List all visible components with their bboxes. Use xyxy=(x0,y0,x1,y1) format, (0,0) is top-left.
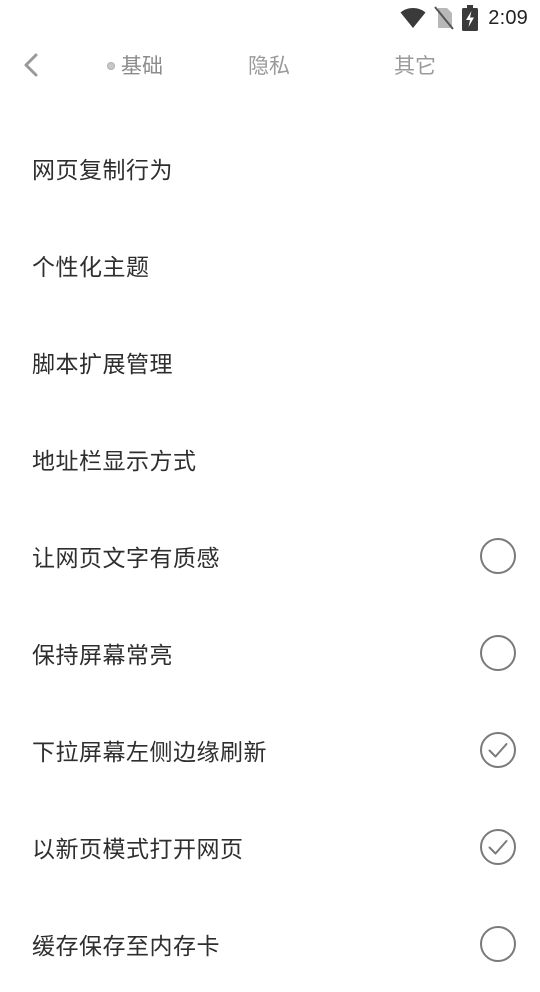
setting-label: 个性化主题 xyxy=(32,254,150,281)
unchecked-circle-icon[interactable] xyxy=(479,925,517,963)
tab-other[interactable]: 其它 xyxy=(394,51,436,81)
checked-circle-icon[interactable] xyxy=(479,731,517,769)
unchecked-circle-icon[interactable] xyxy=(479,537,517,575)
setting-label: 让网页文字有质感 xyxy=(32,545,220,572)
unchecked-circle-icon[interactable] xyxy=(479,634,517,672)
active-tab-indicator xyxy=(107,62,115,70)
status-time: 2:09 xyxy=(488,6,528,29)
setting-open-in-new-page[interactable]: 以新页模式打开网页 xyxy=(0,798,540,895)
chevron-left-icon xyxy=(22,52,40,82)
wifi-icon xyxy=(400,7,426,29)
setting-label: 地址栏显示方式 xyxy=(32,448,197,475)
setting-personalized-theme[interactable]: 个性化主题 xyxy=(0,216,540,313)
status-bar: 2:09 xyxy=(0,0,540,36)
setting-label: 以新页模式打开网页 xyxy=(32,836,244,863)
setting-script-extensions[interactable]: 脚本扩展管理 xyxy=(0,313,540,410)
tab-privacy[interactable]: 隐私 xyxy=(248,51,290,81)
status-icons: 2:09 xyxy=(400,4,528,32)
battery-charging-icon xyxy=(462,5,479,31)
header: 基础 隐私 其它 xyxy=(0,36,540,98)
tab-label: 隐私 xyxy=(248,54,290,78)
checked-circle-icon[interactable] xyxy=(479,828,517,866)
no-sim-icon xyxy=(434,6,455,30)
tab-label: 基础 xyxy=(121,54,163,78)
setting-label: 网页复制行为 xyxy=(32,157,173,184)
setting-label: 保持屏幕常亮 xyxy=(32,642,173,669)
setting-label: 缓存保存至内存卡 xyxy=(32,933,220,960)
back-button[interactable] xyxy=(14,50,48,84)
setting-label: 下拉屏幕左侧边缘刷新 xyxy=(32,739,267,766)
setting-keep-screen-on[interactable]: 保持屏幕常亮 xyxy=(0,604,540,701)
setting-address-bar-display[interactable]: 地址栏显示方式 xyxy=(0,410,540,507)
tab-basic[interactable]: 基础 xyxy=(107,51,163,81)
setting-cache-to-sd-card[interactable]: 缓存保存至内存卡 xyxy=(0,895,540,992)
settings-list: 网页复制行为 个性化主题脚本扩展管理 地址栏显示方式 让网页文字有质感 保持屏幕常亮下拉… xyxy=(0,119,540,992)
setting-text-texture[interactable]: 让网页文字有质感 xyxy=(0,507,540,604)
setting-label: 脚本扩展管理 xyxy=(32,351,173,378)
setting-edge-pull-refresh[interactable]: 下拉屏幕左侧边缘刷新 xyxy=(0,701,540,798)
setting-copy-behavior[interactable]: 网页复制行为 xyxy=(0,119,540,216)
tab-label: 其它 xyxy=(394,54,436,78)
